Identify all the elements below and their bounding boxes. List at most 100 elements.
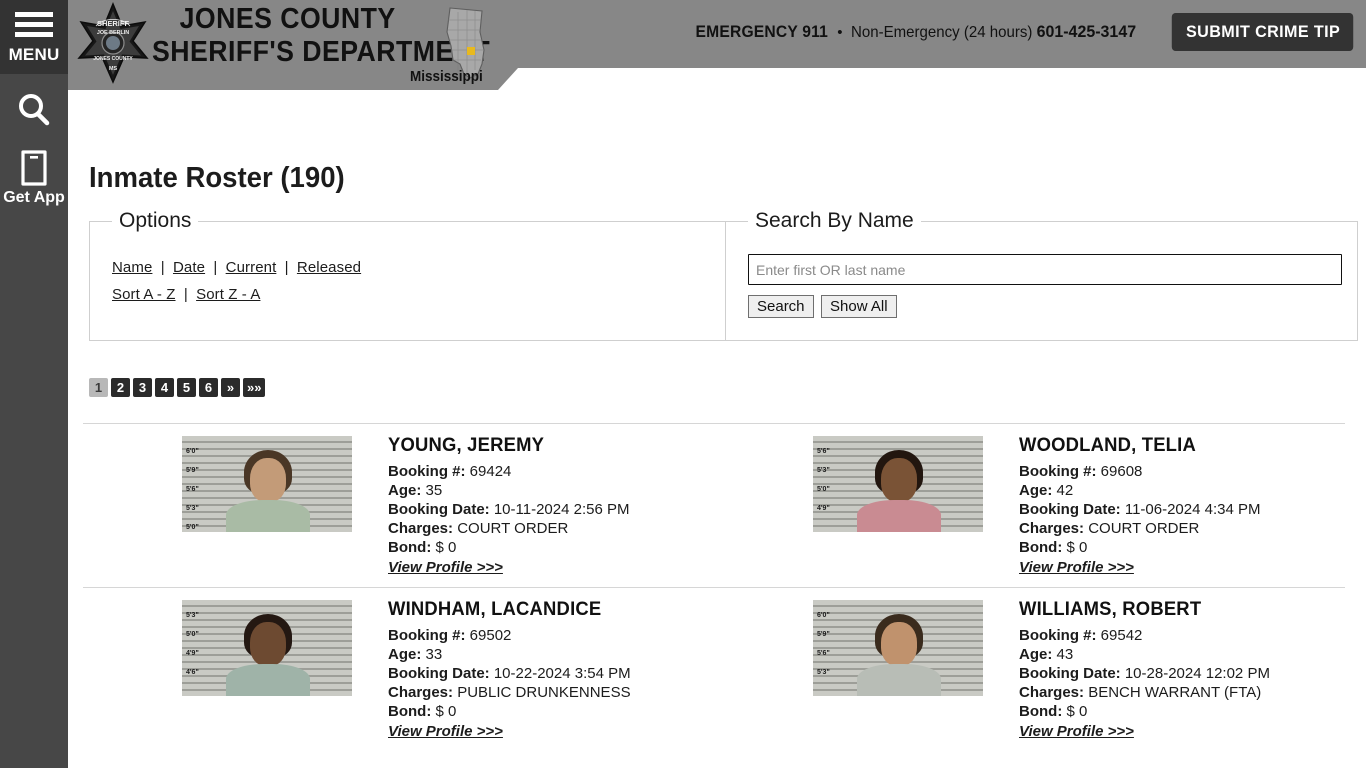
- booking-date-value: 10-22-2024 3:54 PM: [493, 665, 631, 682]
- view-profile-link[interactable]: View Profile >>>: [388, 722, 503, 741]
- inmate-age-row: Age: 33: [388, 645, 714, 664]
- submit-crime-tip-button[interactable]: SUBMIT CRIME TIP: [1171, 13, 1354, 51]
- inmate-name: WILLIAMS, ROBERT: [1019, 599, 1202, 620]
- left-sidebar: MENU Get App: [0, 0, 68, 768]
- inmate-info: WINDHAM, LACANDICE Booking #: 69502 Age:…: [388, 600, 714, 741]
- age-label: Age:: [388, 482, 422, 499]
- page-button-4[interactable]: 4: [155, 378, 174, 397]
- age-label: Age:: [1019, 482, 1053, 499]
- view-profile-link[interactable]: View Profile >>>: [1019, 722, 1134, 741]
- mugshot-subject-face: [250, 622, 286, 666]
- hamburger-icon-bar: [15, 32, 53, 37]
- menu-toggle-button[interactable]: MENU: [0, 0, 68, 74]
- charges-value: COURT ORDER: [457, 520, 569, 537]
- booking-date-label: Booking Date:: [1019, 501, 1121, 518]
- age-value: 35: [425, 482, 443, 499]
- inmate-bond-row: Bond: $ 0: [1019, 538, 1345, 557]
- inmate-booking-date-row: Booking Date: 10-22-2024 3:54 PM: [388, 664, 714, 683]
- mugshot-subject-torso: [857, 500, 941, 532]
- bond-label: Bond:: [1019, 703, 1063, 720]
- mugshot-subject-face: [250, 458, 286, 502]
- booking-date-value: 10-11-2024 2:56 PM: [493, 501, 630, 518]
- inmate-info: WOODLAND, TELIA Booking #: 69608 Age: 42…: [1019, 436, 1345, 577]
- age-label: Age:: [388, 646, 422, 663]
- height-chart-tick-label: 5'0": [817, 486, 830, 493]
- mugshot-photo[interactable]: 6'0" 5'9" 5'6" 5'3" 5'0": [182, 436, 352, 532]
- age-value: 43: [1056, 646, 1074, 663]
- mugshot-subject-torso: [226, 500, 310, 532]
- filter-link-name[interactable]: Name: [112, 259, 152, 276]
- bullet-separator-icon: •: [837, 23, 843, 41]
- height-chart-tick-label: 5'3": [186, 505, 199, 512]
- search-name-input[interactable]: [748, 254, 1342, 285]
- charges-label: Charges:: [388, 684, 454, 701]
- height-chart-tick-label: 5'3": [817, 669, 830, 676]
- inmate-booking-date-row: Booking Date: 10-28-2024 12:02 PM: [1019, 664, 1345, 683]
- inmate-booking-date-row: Booking Date: 10-11-2024 2:56 PM: [388, 500, 714, 519]
- inmate-booking-date-row: Booking Date: 11-06-2024 4:34 PM: [1019, 500, 1345, 519]
- search-legend: Search By Name: [748, 209, 921, 233]
- inmate-booking-row: Booking #: 69608: [1019, 462, 1345, 481]
- page-button-2[interactable]: 2: [111, 378, 130, 397]
- search-icon: [19, 94, 50, 126]
- filter-link-date[interactable]: Date: [173, 259, 205, 276]
- mugshot-photo[interactable]: 5'3" 5'0" 4'9" 4'6": [182, 600, 352, 696]
- view-profile-link[interactable]: View Profile >>>: [1019, 558, 1134, 577]
- link-separator: |: [183, 286, 188, 303]
- filter-link-released[interactable]: Released: [297, 259, 361, 276]
- filter-link-current[interactable]: Current: [226, 259, 277, 276]
- height-chart-tick-label: 5'9": [186, 467, 199, 474]
- hamburger-icon-bar: [15, 22, 53, 27]
- page-button-6[interactable]: 6: [199, 378, 218, 397]
- booking-date-label: Booking Date:: [388, 501, 490, 518]
- page-next-button[interactable]: »: [221, 378, 240, 397]
- link-separator: |: [213, 259, 218, 276]
- inmate-charges-row: Charges: BENCH WARRANT (FTA): [1019, 683, 1345, 702]
- inmate-age-row: Age: 42: [1019, 481, 1345, 500]
- age-value: 33: [425, 646, 443, 663]
- page-button-5[interactable]: 5: [177, 378, 196, 397]
- options-legend: Options: [112, 209, 199, 233]
- sheriff-badge-logo[interactable]: SHERIFF JOE BERLIN JONES COUNTY MS: [74, 2, 152, 86]
- inmate-age-row: Age: 35: [388, 481, 714, 500]
- non-emergency-block: Non-Emergency (24 hours) 601-425-3147: [851, 22, 1136, 42]
- page-button-3[interactable]: 3: [133, 378, 152, 397]
- show-all-button[interactable]: Show All: [821, 295, 897, 318]
- inmate-card: 6'0" 5'9" 5'6" 5'3" 5'0" YOUNG, JEREMY Booki…: [83, 424, 714, 587]
- mugshot-photo[interactable]: 6'0" 5'9" 5'6" 5'3": [813, 600, 983, 696]
- search-button[interactable]: Search: [748, 295, 814, 318]
- inmate-name: WOODLAND, TELIA: [1019, 435, 1196, 456]
- inmate-charges-row: Charges: PUBLIC DRUNKENNESS: [388, 683, 714, 702]
- page-last-button[interactable]: »»: [243, 378, 266, 397]
- inmate-booking-row: Booking #: 69502: [388, 626, 714, 645]
- height-chart-tick-label: 5'3": [817, 467, 830, 474]
- inmate-booking-row: Booking #: 69542: [1019, 626, 1345, 645]
- non-emergency-label: Non-Emergency (24 hours): [851, 24, 1033, 41]
- inmate-info: WILLIAMS, ROBERT Booking #: 69542 Age: 4…: [1019, 600, 1345, 741]
- page-button-1[interactable]: 1: [89, 378, 108, 397]
- menu-label: MENU: [8, 44, 60, 64]
- bond-value: $ 0: [435, 703, 457, 720]
- booking-date-value: 11-06-2024 4:34 PM: [1124, 501, 1261, 518]
- header-contact-bar: EMERGENCY 911 • Non-Emergency (24 hours)…: [684, 13, 1358, 51]
- sort-link-z-a[interactable]: Sort Z - A: [196, 286, 260, 303]
- booking-date-label: Booking Date:: [388, 665, 490, 682]
- inmate-bond-row: Bond: $ 0: [388, 538, 714, 557]
- svg-text:JOE BERLIN: JOE BERLIN: [97, 30, 129, 36]
- height-chart-tick-label: 5'6": [817, 650, 830, 657]
- sidebar-search-button[interactable]: [0, 90, 68, 130]
- booking-label: Booking #:: [1019, 463, 1097, 480]
- mugshot-photo[interactable]: 5'6" 5'3" 5'0" 4'9": [813, 436, 983, 532]
- pagination: 1 2 3 4 5 6 » »»: [89, 378, 266, 397]
- view-profile-link[interactable]: View Profile >>>: [388, 558, 503, 577]
- sort-link-a-z[interactable]: Sort A - Z: [112, 286, 176, 303]
- height-chart-tick-label: 6'0": [186, 448, 199, 455]
- height-chart-tick-label: 5'6": [186, 486, 199, 493]
- get-app-label: Get App: [3, 189, 65, 206]
- sidebar-get-app-button[interactable]: Get App: [0, 146, 68, 207]
- mugshot-subject-torso: [226, 664, 310, 696]
- mugshot-subject-face: [881, 458, 917, 502]
- booking-value: 69502: [469, 627, 512, 644]
- map-state-label: Mississippi: [410, 68, 483, 85]
- inmate-charges-row: Charges: COURT ORDER: [1019, 519, 1345, 538]
